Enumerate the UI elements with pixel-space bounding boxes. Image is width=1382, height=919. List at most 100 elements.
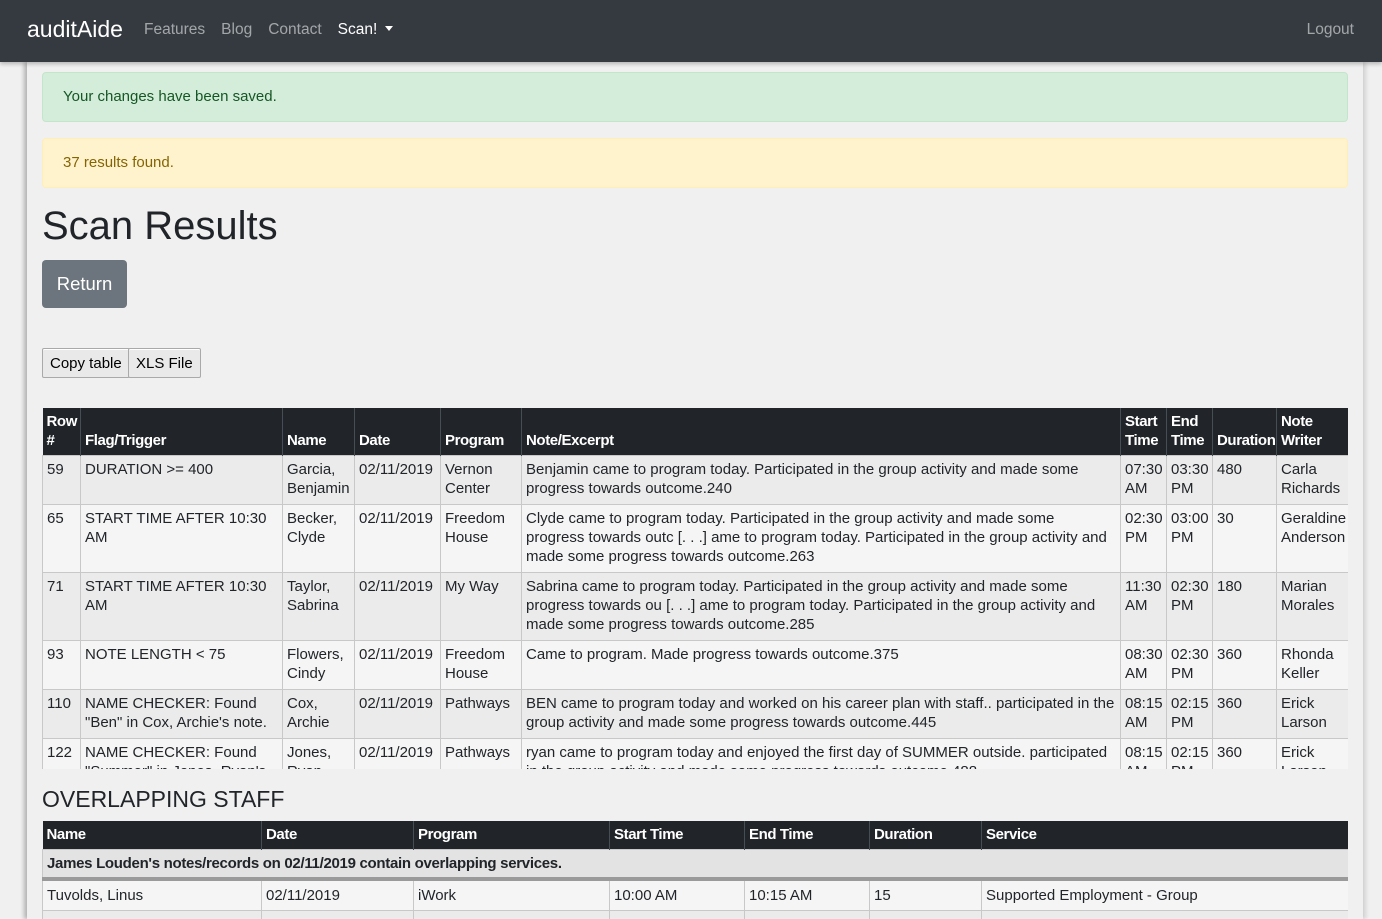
table-cell: 30	[1212, 504, 1277, 573]
table-cell: 02:30 PM	[1120, 504, 1167, 573]
table-cell: Tuvolds, Linus	[42, 878, 262, 911]
table-cell: 122	[42, 738, 81, 769]
table-cell: Geraldine Anderson	[1276, 504, 1348, 573]
table-cell: 07:30 AM	[1120, 455, 1167, 505]
table-cell: 110	[42, 689, 81, 739]
table-cell: Benjamin came to program today. Particip…	[521, 455, 1121, 505]
overlap-body: James Louden's notes/records on 02/11/20…	[42, 849, 1348, 919]
table-cell: Sabrina came to program today. Participa…	[521, 572, 1121, 641]
table-cell: Taylor, Sabrina	[282, 572, 355, 641]
table-cell: 480	[1212, 455, 1277, 505]
results-col-header[interactable]: Start Time	[1120, 408, 1167, 456]
table-cell: 02/11/2019	[261, 910, 414, 919]
table-cell: Flowers, Cindy	[282, 640, 355, 690]
table-cell: 180	[1212, 572, 1277, 641]
page-title: Scan Results	[42, 204, 278, 248]
table-cell: 02/11/2019	[354, 572, 441, 641]
table-cell: Erick Larson	[1276, 689, 1348, 739]
overlapping-staff-table-container[interactable]: Name Date Program Start Time End Time Duratio…	[42, 821, 1348, 919]
table-cell: Came to program. Made progress towards o…	[521, 640, 1121, 690]
success-alert: Your changes have been saved.	[42, 72, 1348, 122]
scan-results-table: Row # Flag/Trigger Name Date Program Note/Exc…	[42, 408, 1348, 769]
overlapping-staff-table: Name Date Program Start Time End Time Duratio…	[42, 821, 1348, 919]
table-cell: Garcia, Benjamin	[282, 455, 355, 505]
results-col-header[interactable]: Program	[440, 408, 522, 456]
table-cell: 10:15 AM	[744, 878, 870, 911]
table-cell: 10:00 AM	[609, 910, 745, 919]
overlap-col-header[interactable]: Duration	[869, 821, 982, 850]
table-cell: 93	[42, 640, 81, 690]
results-col-header[interactable]: End Time	[1166, 408, 1213, 456]
results-count-alert: 37 results found.	[42, 138, 1348, 188]
table-row: Tuvolds, Linus02/11/2019iWork10:00 AM10:…	[42, 910, 1348, 919]
overlap-col-header[interactable]: End Time	[744, 821, 870, 850]
table-row: 65 START TIME AFTER 10:30 AM Becker, Clyde…	[42, 504, 1348, 573]
results-body: 59 DURATION >= 400 Garcia, Benjamin 02/11/2…	[42, 455, 1348, 769]
results-col-header[interactable]: Note Writer	[1276, 408, 1348, 456]
overlapping-staff-title: OVERLAPPING STAFF	[42, 786, 285, 812]
table-cell: 02/11/2019	[354, 738, 441, 769]
table-cell: iWork	[413, 878, 610, 911]
table-cell: Becker, Clyde	[282, 504, 355, 573]
caret-down-icon	[385, 26, 394, 31]
table-cell: Pathways	[440, 689, 522, 739]
return-button[interactable]: Return	[42, 260, 127, 308]
table-cell: Marian Morales	[1276, 572, 1348, 641]
logout-link[interactable]: Logout	[1307, 21, 1354, 39]
xls-file-button[interactable]: XLS File	[128, 348, 201, 378]
table-cell: NAME CHECKER: Found "Summer" in Jones, R…	[80, 738, 283, 769]
nav-link-blog[interactable]: Blog	[221, 21, 252, 39]
scan-results-table-container[interactable]: Row # Flag/Trigger Name Date Program Note/Exc…	[42, 408, 1348, 769]
table-cell: 71	[42, 572, 81, 641]
results-col-header[interactable]: Flag/Trigger	[80, 408, 283, 456]
overlap-col-header[interactable]: Date	[261, 821, 414, 850]
table-cell: Erick Larson	[1276, 738, 1348, 769]
table-cell: 10:00 AM	[609, 878, 745, 911]
table-cell: Supported Employment - Group	[981, 910, 1348, 919]
table-cell: Freedom House	[440, 640, 522, 690]
nav-links: Features Blog Contact Scan!	[144, 21, 409, 39]
table-row: 93 NOTE LENGTH < 75 Flowers, Cindy 02/11/20…	[42, 640, 1348, 690]
table-cell: DURATION >= 400	[80, 455, 283, 505]
table-cell: ryan came to program today and enjoyed t…	[521, 738, 1121, 769]
results-col-header[interactable]: Name	[282, 408, 355, 456]
results-col-header[interactable]: Date	[354, 408, 441, 456]
table-cell: 10:15 AM	[744, 910, 870, 919]
table-cell: NAME CHECKER: Found "Ben" in Cox, Archie…	[80, 689, 283, 739]
table-cell: 02:15 PM	[1166, 738, 1213, 769]
results-col-header[interactable]: Note/Excerpt	[521, 408, 1121, 456]
table-cell: Clyde came to program today. Participate…	[521, 504, 1121, 573]
table-cell: 15	[869, 910, 982, 919]
table-cell: Supported Employment - Group	[981, 878, 1348, 911]
results-col-header[interactable]: Duration	[1212, 408, 1277, 456]
overlap-col-header[interactable]: Name	[42, 821, 262, 850]
table-cell: 03:00 PM	[1166, 504, 1213, 573]
main-content: Your changes have been saved. 37 results…	[27, 62, 1363, 919]
table-cell: Freedom House	[440, 504, 522, 573]
overlap-col-header[interactable]: Service	[981, 821, 1348, 850]
brand-logo[interactable]: auditAide	[27, 16, 123, 43]
table-cell: 65	[42, 504, 81, 573]
scan-dropdown-toggle[interactable]: Scan!	[338, 21, 394, 39]
results-col-header[interactable]: Row #	[42, 408, 81, 456]
overlap-col-header[interactable]: Start Time	[609, 821, 745, 850]
table-cell: 360	[1212, 738, 1277, 769]
table-cell: 15	[869, 878, 982, 911]
table-cell: 02/11/2019	[261, 878, 414, 911]
scan-dropdown-label: Scan!	[337, 21, 378, 38]
nav-link-features[interactable]: Features	[144, 21, 205, 39]
copy-table-button[interactable]: Copy table	[42, 348, 130, 378]
table-cell: iWork	[413, 910, 610, 919]
overlap-col-header[interactable]: Program	[413, 821, 610, 850]
table-row: 59 DURATION >= 400 Garcia, Benjamin 02/11/2…	[42, 455, 1348, 505]
table-row: 122NAME CHECKER: Found "Summer" in Jones…	[42, 738, 1348, 769]
table-cell: Cox, Archie	[282, 689, 355, 739]
table-cell: 02:30 PM	[1166, 640, 1213, 690]
table-cell: 03:30 PM	[1166, 455, 1213, 505]
overlap-group-row: James Louden's notes/records on 02/11/20…	[42, 849, 1348, 881]
nav-link-contact[interactable]: Contact	[268, 21, 321, 39]
results-header-row: Row # Flag/Trigger Name Date Program Note/Exc…	[42, 408, 1348, 456]
table-cell: 11:30 AM	[1120, 572, 1167, 641]
table-cell: 02/11/2019	[354, 689, 441, 739]
table-cell: 02:15 PM	[1166, 689, 1213, 739]
